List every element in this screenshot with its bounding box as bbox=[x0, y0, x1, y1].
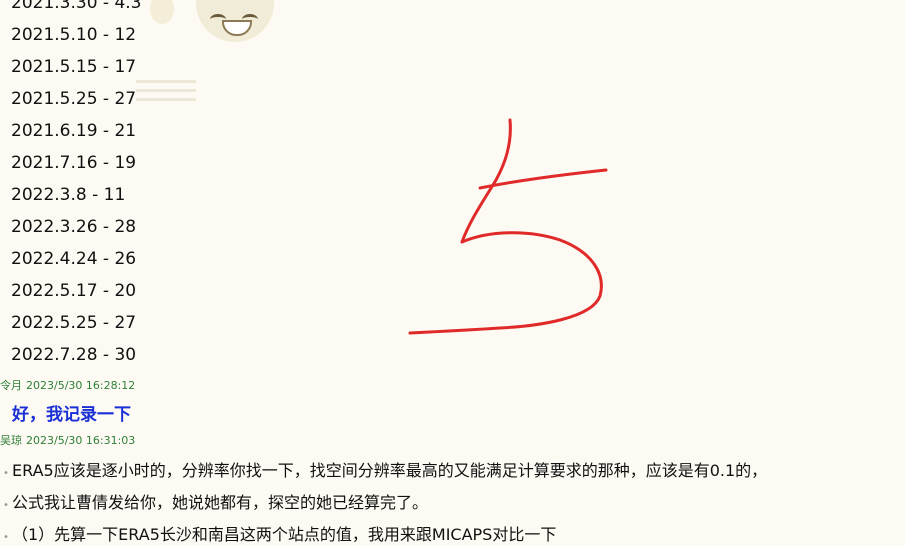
date-range-item: 2021.6.19 - 21 bbox=[11, 121, 137, 141]
bullet-dot-icon: • bbox=[3, 532, 9, 543]
date-range-item: 2022.5.25 - 27 bbox=[11, 313, 137, 333]
sender-name: 吴琼 bbox=[0, 434, 22, 447]
message-timestamp: 2023/5/30 16:31:03 bbox=[26, 434, 136, 447]
message-line: • ERA5应该是逐小时的，分辨率你找一下，找空间分辨率最高的又能满足计算要求的那… bbox=[0, 457, 767, 481]
date-range-list: 2021.3.30 - 4.3 2021.5.10 - 12 2021.5.15… bbox=[11, 0, 142, 371]
faint-sticker-caption bbox=[136, 74, 196, 104]
date-range-item: 2021.7.16 - 19 bbox=[11, 153, 137, 173]
bullet-dot-icon: • bbox=[3, 500, 9, 511]
date-range-item: 2021.3.30 - 4.3 bbox=[11, 0, 142, 13]
handwritten-five-annotation bbox=[408, 118, 608, 335]
date-range-item: 2021.5.15 - 17 bbox=[11, 57, 137, 77]
message-timestamp: 2023/5/30 16:28:12 bbox=[26, 379, 136, 392]
date-range-item: 2022.5.17 - 20 bbox=[11, 281, 137, 301]
bullet-dot-icon: • bbox=[3, 468, 9, 479]
message-line: • 公式我让曹倩发给你，她说她都有，探空的她已经算完了。 bbox=[0, 489, 428, 513]
date-range-item: 2022.7.28 - 30 bbox=[11, 345, 137, 365]
sticker-fragment bbox=[150, 0, 174, 24]
message-header: 吴琼 2023/5/30 16:31:03 bbox=[0, 432, 135, 448]
message-header: 令月 2023/5/30 16:28:12 bbox=[0, 377, 135, 393]
date-range-item: 2021.5.10 - 12 bbox=[11, 25, 137, 45]
date-range-item: 2022.4.24 - 26 bbox=[11, 249, 137, 269]
sender-name: 令月 bbox=[0, 379, 22, 392]
date-range-item: 2021.5.25 - 27 bbox=[11, 89, 137, 109]
message-text-highlighted: 好，我记录一下 bbox=[12, 405, 131, 425]
message-line: • （1）先算一下ERA5长沙和南昌这两个站点的值，我用来跟MICAPS对比一下 bbox=[0, 521, 556, 545]
date-range-item: 2022.3.8 - 11 bbox=[11, 185, 126, 205]
date-range-item: 2022.3.26 - 28 bbox=[11, 217, 137, 237]
laughing-emoji-sticker-icon bbox=[196, 0, 274, 42]
